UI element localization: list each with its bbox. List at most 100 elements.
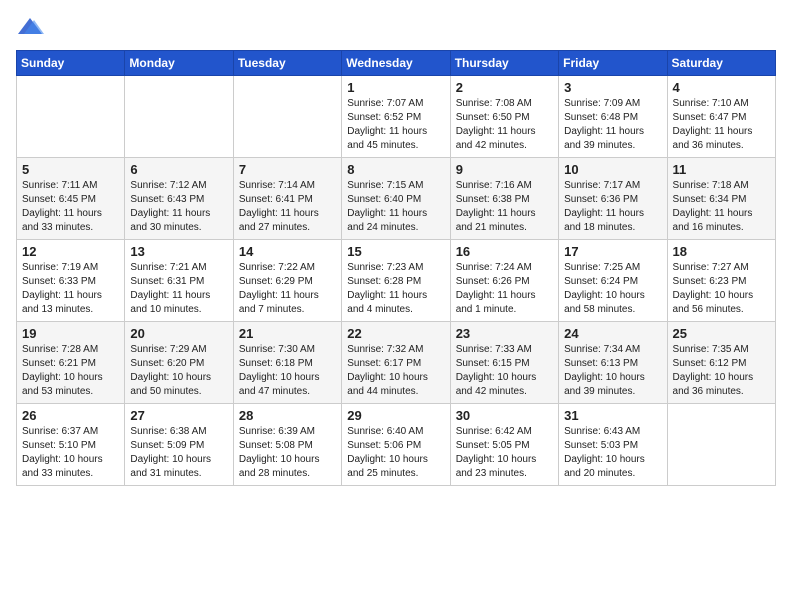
- calendar-cell: 14 Sunrise: 7:22 AM Sunset: 6:29 PM Dayli…: [233, 240, 341, 322]
- calendar-cell: [667, 404, 775, 486]
- calendar-cell: 2 Sunrise: 7:08 AM Sunset: 6:50 PM Daylig…: [450, 76, 558, 158]
- calendar-cell: 8 Sunrise: 7:15 AM Sunset: 6:40 PM Daylig…: [342, 158, 450, 240]
- day-number: 21: [239, 326, 336, 341]
- day-of-week-header: Wednesday: [342, 51, 450, 76]
- day-number: 17: [564, 244, 661, 259]
- calendar-week-row: 26 Sunrise: 6:37 AM Sunset: 5:10 PM Dayli…: [17, 404, 776, 486]
- day-info: Sunrise: 6:42 AM Sunset: 5:05 PM Dayligh…: [456, 425, 553, 481]
- day-of-week-header: Sunday: [17, 51, 125, 76]
- day-info: Sunrise: 7:29 AM Sunset: 6:20 PM Dayligh…: [130, 343, 227, 399]
- day-number: 16: [456, 244, 553, 259]
- calendar-cell: 15Sunrise: 7:23 AM Sunset: 6:28 PM Dayli…: [342, 240, 450, 322]
- calendar-cell: 3 Sunrise: 7:09 AM Sunset: 6:48 PM Daylig…: [559, 76, 667, 158]
- calendar-cell: 27 Sunrise: 6:38 AM Sunset: 5:09 PM Dayli…: [125, 404, 233, 486]
- calendar-cell: 31 Sunrise: 6:43 AM Sunset: 5:03 PM Dayli…: [559, 404, 667, 486]
- day-info: Sunrise: 7:16 AM Sunset: 6:38 PM Dayligh…: [456, 179, 553, 235]
- day-number: 19: [22, 326, 119, 341]
- day-of-week-header: Friday: [559, 51, 667, 76]
- day-info: Sunrise: 7:12 AM Sunset: 6:43 PM Dayligh…: [130, 179, 227, 235]
- day-info: Sunrise: 7:35 AM Sunset: 6:12 PM Dayligh…: [673, 343, 770, 399]
- day-of-week-header: Saturday: [667, 51, 775, 76]
- calendar-cell: 26 Sunrise: 6:37 AM Sunset: 5:10 PM Dayli…: [17, 404, 125, 486]
- day-info: Sunrise: 7:18 AM Sunset: 6:34 PM Dayligh…: [673, 179, 770, 235]
- day-info: Sunrise: 7:30 AM Sunset: 6:18 PM Dayligh…: [239, 343, 336, 399]
- calendar-cell: 22Sunrise: 7:32 AM Sunset: 6:17 PM Dayli…: [342, 322, 450, 404]
- calendar-cell: 1Sunrise: 7:07 AM Sunset: 6:52 PM Daylig…: [342, 76, 450, 158]
- day-info: Sunrise: 7:34 AM Sunset: 6:13 PM Dayligh…: [564, 343, 661, 399]
- day-info: Sunrise: 6:43 AM Sunset: 5:03 PM Dayligh…: [564, 425, 661, 481]
- day-info: Sunrise: 7:15 AM Sunset: 6:40 PM Dayligh…: [347, 179, 444, 235]
- calendar-cell: 21 Sunrise: 7:30 AM Sunset: 6:18 PM Dayli…: [233, 322, 341, 404]
- calendar-cell: 9Sunrise: 7:16 AM Sunset: 6:38 PM Daylig…: [450, 158, 558, 240]
- day-number: 28: [239, 408, 336, 423]
- day-number: 23: [456, 326, 553, 341]
- day-number: 18: [673, 244, 770, 259]
- day-number: 14: [239, 244, 336, 259]
- day-info: Sunrise: 6:38 AM Sunset: 5:09 PM Dayligh…: [130, 425, 227, 481]
- calendar-cell: 24 Sunrise: 7:34 AM Sunset: 6:13 PM Dayli…: [559, 322, 667, 404]
- day-of-week-header: Thursday: [450, 51, 558, 76]
- day-info: Sunrise: 7:09 AM Sunset: 6:48 PM Dayligh…: [564, 97, 661, 153]
- logo: [16, 16, 48, 38]
- day-number: 8: [347, 162, 444, 177]
- day-number: 26: [22, 408, 119, 423]
- calendar-cell: 16 Sunrise: 7:24 AM Sunset: 6:26 PM Dayli…: [450, 240, 558, 322]
- calendar-cell: [125, 76, 233, 158]
- day-info: Sunrise: 7:23 AM Sunset: 6:28 PM Dayligh…: [347, 261, 444, 317]
- day-info: Sunrise: 7:25 AM Sunset: 6:24 PM Dayligh…: [564, 261, 661, 317]
- logo-icon: [16, 16, 44, 38]
- day-number: 12: [22, 244, 119, 259]
- day-info: Sunrise: 7:24 AM Sunset: 6:26 PM Dayligh…: [456, 261, 553, 317]
- calendar-week-row: 5 Sunrise: 7:11 AM Sunset: 6:45 PM Daylig…: [17, 158, 776, 240]
- day-number: 5: [22, 162, 119, 177]
- calendar-cell: [17, 76, 125, 158]
- calendar-cell: 6 Sunrise: 7:12 AM Sunset: 6:43 PM Daylig…: [125, 158, 233, 240]
- day-info: Sunrise: 7:28 AM Sunset: 6:21 PM Dayligh…: [22, 343, 119, 399]
- day-number: 31: [564, 408, 661, 423]
- day-info: Sunrise: 7:11 AM Sunset: 6:45 PM Dayligh…: [22, 179, 119, 235]
- day-info: Sunrise: 7:22 AM Sunset: 6:29 PM Dayligh…: [239, 261, 336, 317]
- day-number: 13: [130, 244, 227, 259]
- calendar-cell: 18 Sunrise: 7:27 AM Sunset: 6:23 PM Dayli…: [667, 240, 775, 322]
- day-info: Sunrise: 7:10 AM Sunset: 6:47 PM Dayligh…: [673, 97, 770, 153]
- day-number: 30: [456, 408, 553, 423]
- calendar-cell: 7 Sunrise: 7:14 AM Sunset: 6:41 PM Daylig…: [233, 158, 341, 240]
- calendar-cell: 30 Sunrise: 6:42 AM Sunset: 5:05 PM Dayli…: [450, 404, 558, 486]
- day-info: Sunrise: 6:37 AM Sunset: 5:10 PM Dayligh…: [22, 425, 119, 481]
- calendar-cell: 29Sunrise: 6:40 AM Sunset: 5:06 PM Dayli…: [342, 404, 450, 486]
- day-of-week-header: Monday: [125, 51, 233, 76]
- day-number: 2: [456, 80, 553, 95]
- calendar-cell: 13 Sunrise: 7:21 AM Sunset: 6:31 PM Dayli…: [125, 240, 233, 322]
- day-number: 25: [673, 326, 770, 341]
- day-number: 27: [130, 408, 227, 423]
- day-info: Sunrise: 7:21 AM Sunset: 6:31 PM Dayligh…: [130, 261, 227, 317]
- calendar-table: SundayMondayTuesdayWednesdayThursdayFrid…: [16, 50, 776, 486]
- calendar-week-row: 1Sunrise: 7:07 AM Sunset: 6:52 PM Daylig…: [17, 76, 776, 158]
- day-info: Sunrise: 6:39 AM Sunset: 5:08 PM Dayligh…: [239, 425, 336, 481]
- day-info: Sunrise: 7:19 AM Sunset: 6:33 PM Dayligh…: [22, 261, 119, 317]
- calendar-week-row: 19 Sunrise: 7:28 AM Sunset: 6:21 PM Dayli…: [17, 322, 776, 404]
- calendar-cell: 5 Sunrise: 7:11 AM Sunset: 6:45 PM Daylig…: [17, 158, 125, 240]
- day-number: 11: [673, 162, 770, 177]
- calendar-cell: 19 Sunrise: 7:28 AM Sunset: 6:21 PM Dayli…: [17, 322, 125, 404]
- day-info: Sunrise: 7:27 AM Sunset: 6:23 PM Dayligh…: [673, 261, 770, 317]
- calendar-cell: 11 Sunrise: 7:18 AM Sunset: 6:34 PM Dayli…: [667, 158, 775, 240]
- day-number: 7: [239, 162, 336, 177]
- calendar-week-row: 12 Sunrise: 7:19 AM Sunset: 6:33 PM Dayli…: [17, 240, 776, 322]
- calendar-cell: 12 Sunrise: 7:19 AM Sunset: 6:33 PM Dayli…: [17, 240, 125, 322]
- calendar-cell: 17 Sunrise: 7:25 AM Sunset: 6:24 PM Dayli…: [559, 240, 667, 322]
- day-number: 6: [130, 162, 227, 177]
- calendar-cell: 4Sunrise: 7:10 AM Sunset: 6:47 PM Daylig…: [667, 76, 775, 158]
- calendar-cell: 10Sunrise: 7:17 AM Sunset: 6:36 PM Dayli…: [559, 158, 667, 240]
- day-info: Sunrise: 7:14 AM Sunset: 6:41 PM Dayligh…: [239, 179, 336, 235]
- day-info: Sunrise: 7:07 AM Sunset: 6:52 PM Dayligh…: [347, 97, 444, 153]
- day-number: 29: [347, 408, 444, 423]
- day-number: 24: [564, 326, 661, 341]
- day-info: Sunrise: 7:08 AM Sunset: 6:50 PM Dayligh…: [456, 97, 553, 153]
- calendar-cell: 20Sunrise: 7:29 AM Sunset: 6:20 PM Dayli…: [125, 322, 233, 404]
- day-info: Sunrise: 7:17 AM Sunset: 6:36 PM Dayligh…: [564, 179, 661, 235]
- day-info: Sunrise: 7:32 AM Sunset: 6:17 PM Dayligh…: [347, 343, 444, 399]
- day-number: 3: [564, 80, 661, 95]
- day-of-week-header: Tuesday: [233, 51, 341, 76]
- calendar-header-row: SundayMondayTuesdayWednesdayThursdayFrid…: [17, 51, 776, 76]
